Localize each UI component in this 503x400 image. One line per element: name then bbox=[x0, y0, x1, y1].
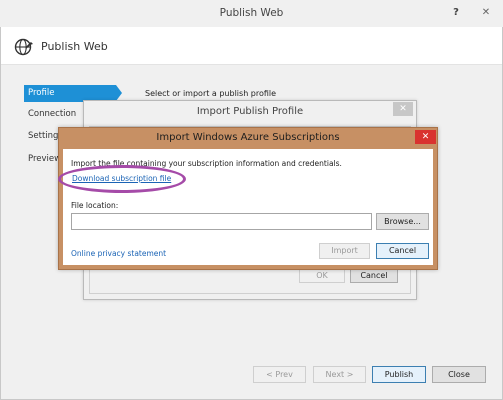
import-profile-close-button[interactable]: ✕ bbox=[393, 102, 413, 116]
publish-button[interactable]: Publish bbox=[372, 366, 426, 383]
profile-heading: Select or import a publish profile bbox=[145, 89, 277, 98]
nav-selected-arrow bbox=[116, 85, 122, 101]
globe-publish-icon bbox=[14, 38, 33, 56]
window-close-button[interactable]: ✕ bbox=[473, 4, 499, 22]
import-profile-cancel-button[interactable]: Cancel bbox=[350, 268, 398, 283]
header-title: Publish Web bbox=[41, 40, 108, 53]
privacy-statement-link[interactable]: Online privacy statement bbox=[71, 249, 166, 258]
azure-dialog-close-button[interactable]: ✕ bbox=[415, 130, 436, 144]
window-title: Publish Web bbox=[219, 7, 284, 19]
close-button[interactable]: Close bbox=[432, 366, 486, 383]
next-button[interactable]: Next > bbox=[313, 366, 366, 383]
file-location-label: File location: bbox=[71, 201, 119, 210]
help-button[interactable]: ? bbox=[446, 4, 466, 22]
ok-button[interactable]: OK bbox=[299, 268, 345, 283]
prev-button[interactable]: < Prev bbox=[253, 366, 306, 383]
file-location-input[interactable] bbox=[71, 213, 372, 230]
import-button[interactable]: Import bbox=[319, 243, 370, 259]
cancel-button[interactable]: Cancel bbox=[376, 243, 429, 259]
azure-dialog-title: Import Windows Azure Subscriptions bbox=[156, 132, 340, 143]
import-profile-title: Import Publish Profile bbox=[196, 106, 304, 117]
browse-button[interactable]: Browse... bbox=[376, 213, 429, 230]
highlight-ellipse bbox=[58, 165, 186, 193]
